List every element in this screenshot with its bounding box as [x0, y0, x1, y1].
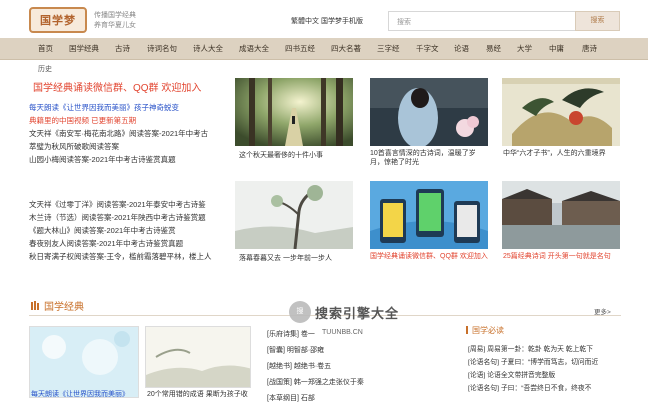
list-item[interactable]: [周易] 周易第一卦：乾卦 乾为天 乾上乾下: [468, 343, 618, 356]
classics-list: [乐府诗集] 卷一 [智囊] 明智部·邵雍 [越绝书] 越绝书·卷五 [战国策]…: [267, 327, 364, 405]
nav-item[interactable]: 诗词名句: [147, 38, 177, 60]
forest-path-thumbnail[interactable]: [235, 78, 353, 146]
thumbnail-caption[interactable]: 国学经典诵读微信群、QQ群 欢迎加入: [370, 252, 488, 261]
painted-birds-thumbnail[interactable]: [502, 78, 620, 146]
list-item[interactable]: 春夜别友人阅读答案-2021年中考古诗鉴赏真题: [29, 237, 212, 250]
thumbnail-caption[interactable]: 10首喜言情深的古诗词，温暖了岁月，惊艳了时光: [370, 149, 488, 167]
nav-item[interactable]: 四书五经: [285, 38, 315, 60]
list-item[interactable]: 《题大林山》阅读答案-2021年中考古诗鉴赏: [29, 224, 212, 237]
search-button[interactable]: 搜索: [575, 11, 620, 31]
spring-tree-thumbnail[interactable]: [235, 181, 353, 249]
thumbnail-caption[interactable]: 25篇经典诗词 开头第一句就是名句: [503, 252, 621, 261]
list-item[interactable]: [论语] 论语全文带拼音完整版: [468, 369, 618, 382]
nav-item[interactable]: 唐诗: [582, 38, 597, 60]
thumbnail-caption[interactable]: 20个常用错的成语 果断为孩子收: [147, 390, 259, 399]
reading-thumbnail[interactable]: [29, 326, 139, 398]
breadcrumb[interactable]: 历史: [38, 64, 52, 74]
logo-text: 国学梦: [40, 14, 76, 27]
list-item[interactable]: 山园小梅阅读答案-2021年中考古诗鉴赏真题: [29, 153, 208, 166]
slogan-line-2: 养育华夏儿女: [94, 22, 136, 29]
slogan-line-1: 传播国学经典: [94, 12, 136, 19]
nav-item[interactable]: 三字经: [377, 38, 400, 60]
list-item[interactable]: [越绝书] 越绝书·卷五: [267, 359, 364, 375]
list-item[interactable]: 典籍里的中国视频 已更新第五期: [29, 114, 208, 127]
nav-item[interactable]: 论语: [454, 38, 469, 60]
thumbnail-caption[interactable]: 落幕春暮又去 一步年前一步人: [239, 254, 353, 263]
nav-item[interactable]: 四大名著: [331, 38, 361, 60]
list-item[interactable]: [本草纲目] 石部: [267, 391, 364, 405]
nav-item[interactable]: 千字文: [416, 38, 439, 60]
lady-in-blue-thumbnail[interactable]: [370, 78, 488, 146]
list-item[interactable]: 秋日寄满子权阅读答案-王令，槛前霜落碧平林，楼上人: [29, 250, 212, 263]
article-list-top: 每天朗读《让世界因我而美丽》孩子神奇蜕变 典籍里的中国视频 已更新第五期 文天祥…: [29, 101, 208, 166]
wechat-qq-thumbnail[interactable]: [370, 181, 488, 249]
list-item[interactable]: [智囊] 明智部·邵雍: [267, 343, 364, 359]
headline-link[interactable]: 国学经典诵读微信群、QQ群 欢迎加入: [33, 79, 201, 94]
ink-painting-thumbnail[interactable]: [145, 326, 251, 388]
thumbnail-caption[interactable]: 每天朗读《让世界因我而美丽》: [31, 390, 143, 399]
list-item[interactable]: 每天朗读《让世界因我而美丽》孩子神奇蜕变: [29, 101, 208, 114]
section-title: 国学经典: [31, 298, 84, 313]
nav-item[interactable]: 首页: [38, 38, 53, 60]
watermark: 搜 搜索引擎大全: [289, 301, 399, 323]
watermark-text: 搜索引擎大全: [315, 305, 400, 321]
nav-item[interactable]: 大学: [517, 38, 532, 60]
main-nav: 首页 国学经典 古诗 诗词名句 诗人大全 成语大全 四书五经 四大名著 三字经 …: [0, 38, 648, 60]
site-slogan: 传播国学经典 养育华夏儿女: [94, 11, 136, 31]
watermark-logo-icon: 搜: [289, 301, 311, 323]
language-switch-link[interactable]: 繁體中文 国学梦手机版: [291, 16, 363, 26]
list-item[interactable]: 萃璧为秋风所破歌阅读答案: [29, 140, 208, 153]
books-icon: [31, 301, 39, 310]
article-list-bottom: 文天祥《过零丁洋》阅读答案-2021年泰安中考古诗鉴 木兰诗（节选）阅读答案-2…: [29, 198, 212, 263]
list-item[interactable]: [论语名句] 子曰：“吾尝终日不食，终夜不: [468, 382, 618, 395]
site-header: 国学梦 传播国学经典 养育华夏儿女 繁體中文 国学梦手机版 搜索 搜索: [0, 0, 648, 38]
nav-item[interactable]: 古诗: [115, 38, 130, 60]
section-title-text: 国学经典: [44, 302, 84, 313]
site-logo[interactable]: 国学梦: [29, 7, 87, 33]
list-item[interactable]: 文天祥《过零丁洋》阅读答案-2021年泰安中考古诗鉴: [29, 198, 212, 211]
must-read-title: 国学必读: [466, 325, 504, 336]
water-town-thumbnail[interactable]: [502, 181, 620, 249]
list-item[interactable]: [论语名句] 子夏曰：“博学而笃志，切问而近: [468, 356, 618, 369]
nav-item[interactable]: 易经: [486, 38, 501, 60]
thumbnail-caption[interactable]: 中华“六才子书”，人生的六重境界: [503, 149, 621, 158]
list-item[interactable]: [战国策] 韩一郑强之走张仪于秦: [267, 375, 364, 391]
must-read-list: [周易] 周易第一卦：乾卦 乾为天 乾上乾下 [论语名句] 子夏曰：“博学而笃志…: [468, 343, 618, 395]
more-link[interactable]: 更多>: [594, 306, 611, 316]
list-item[interactable]: 文天祥《南安军·梅花南北路》阅读答案-2021年中考古: [29, 127, 208, 140]
nav-item[interactable]: 国学经典: [69, 38, 99, 60]
list-item[interactable]: 木兰诗（节选）阅读答案-2021年陕西中考古诗鉴赏题: [29, 211, 212, 224]
nav-item[interactable]: 中庸: [549, 38, 564, 60]
watermark-subtext: TUUNBB.CN: [322, 329, 363, 336]
thumbnail-caption[interactable]: 这个秋天最奢侈的十件小事: [239, 151, 353, 160]
nav-item[interactable]: 诗人大全: [193, 38, 223, 60]
search-input[interactable]: 搜索: [388, 11, 576, 31]
nav-item[interactable]: 成语大全: [239, 38, 269, 60]
